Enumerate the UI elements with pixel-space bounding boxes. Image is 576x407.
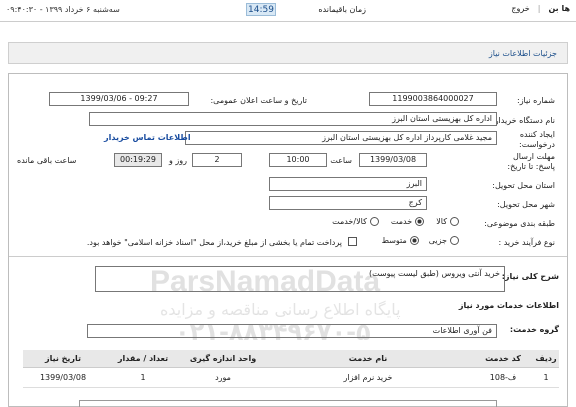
cell-name: خرید نرم افزار <box>263 367 473 388</box>
cell-unit: مورد <box>183 367 263 388</box>
table-header-row: ردیف کد خدمت نام خدمت واحد اندازه گیری ت… <box>23 350 559 368</box>
top-bar: ها بن | خروج زمان باقیمانده 14:59 سه‌شنب… <box>0 0 576 22</box>
cell-date: 1399/03/08 <box>23 367 103 388</box>
cell-code: ف-108 <box>473 367 533 388</box>
radio-service[interactable] <box>415 217 425 226</box>
time-remaining-value: 14:59 <box>246 3 276 16</box>
table-row: 1 ف-108 خرید نرم افزار مورد 1 1399/03/08 <box>23 367 559 388</box>
top-links: ها بن | خروج <box>511 4 570 13</box>
col-code: کد خدمت <box>473 350 533 368</box>
cell-qty: 1 <box>103 367 183 388</box>
panel-title: جزئیات اطلاعات نیاز <box>488 49 557 58</box>
process-option-medium[interactable]: متوسط <box>382 236 419 245</box>
summary-box: خرید آنتی ویروس (طبق لیست پیوست) <box>95 266 505 292</box>
col-date: تاریخ نیاز <box>23 350 103 368</box>
divider <box>9 256 567 257</box>
deadline-date-field: 1399/03/08 <box>359 153 427 167</box>
col-name: نام خدمت <box>263 350 473 368</box>
province-field: البرز <box>269 177 427 191</box>
summary-label: شرح کلی نیاز: <box>501 272 559 281</box>
time-remaining-label: زمان باقیمانده <box>318 5 366 14</box>
exit-link[interactable]: خروج <box>511 4 529 13</box>
treasury-payment-note: پرداخت تمام یا بخشی از مبلغ خرید،از محل … <box>86 238 342 247</box>
radio-minor[interactable] <box>450 236 459 245</box>
deadline-hour-field: 10:00 <box>269 153 327 167</box>
city-label: شهر محل تحویل: <box>497 200 555 209</box>
current-date: سه‌شنبه ۶ خرداد ۱۳۹۹ - ۰۹:۴۰:۳۰ <box>6 5 120 14</box>
city-field: کرج <box>269 196 427 210</box>
category-option-service[interactable]: خدمت <box>391 217 425 226</box>
services-table: ردیف کد خدمت نام خدمت واحد اندازه گیری ت… <box>23 350 559 388</box>
radio-goods-service[interactable] <box>369 217 379 226</box>
details-panel: شماره نیاز: 1199003864000027 تاریخ و ساع… <box>8 73 568 407</box>
col-unit: واحد اندازه گیری <box>183 350 263 368</box>
attachments-box <box>79 400 497 407</box>
process-label: نوع فرآیند خرید : <box>498 238 555 247</box>
announce-field: 1399/03/06 - 09:27 <box>49 92 189 106</box>
deadline-label: مهلت ارسال پاسخ: تا تاریخ: <box>507 152 555 171</box>
announce-label: تاریخ و ساعت اعلان عمومی: <box>210 96 307 105</box>
category-option-goods[interactable]: کالا <box>436 217 459 226</box>
remaining-time-field: 00:19:29 <box>114 153 162 167</box>
process-option-minor[interactable]: جزیی <box>429 236 459 245</box>
services-heading: اطلاعات خدمات مورد نیاز <box>458 301 559 310</box>
process-radio-group: جزیی متوسط <box>382 236 459 245</box>
separator: | <box>537 4 541 13</box>
need-number-field: 1199003864000027 <box>369 92 497 106</box>
hour-label: ساعت <box>330 156 352 165</box>
buyer-contact-link[interactable]: اطلاعات تماس خریدار <box>104 133 191 142</box>
services-table-wrap: ردیف کد خدمت نام خدمت واحد اندازه گیری ت… <box>23 350 559 388</box>
service-group-field: فن آوری اطلاعات <box>87 324 497 338</box>
details-header: جزئیات اطلاعات نیاز <box>8 42 568 64</box>
col-row: ردیف <box>533 350 559 368</box>
days-label: روز و <box>169 156 187 165</box>
need-number-label: شماره نیاز: <box>517 96 555 105</box>
creator-label: ایجاد کننده درخواست: <box>519 130 555 149</box>
province-label: استان محل تحویل: <box>492 181 555 190</box>
remaining-label: ساعت باقی مانده <box>17 156 77 165</box>
category-option-goods-service[interactable]: کالا/خدمت <box>332 217 379 226</box>
creator-field: مجید غلامی کارپرداز اداره کل بهزیستی است… <box>185 131 497 145</box>
buyer-label: نام دستگاه خریدار: <box>492 116 555 125</box>
user-link[interactable]: ها بن <box>548 4 570 13</box>
buyer-field: اداره کل بهزیستی استان البرز <box>89 112 497 126</box>
category-label: طبقه بندی موضوعی: <box>484 219 555 228</box>
col-qty: تعداد / مقدار <box>103 350 183 368</box>
category-radio-group: کالا خدمت کالا/خدمت <box>332 217 459 226</box>
radio-goods[interactable] <box>450 217 459 226</box>
cell-row: 1 <box>533 367 559 388</box>
days-field: 2 <box>192 153 242 167</box>
service-group-label: گروه خدمت: <box>509 325 559 334</box>
treasury-payment-checkbox[interactable] <box>348 237 357 246</box>
radio-medium[interactable] <box>409 236 419 245</box>
